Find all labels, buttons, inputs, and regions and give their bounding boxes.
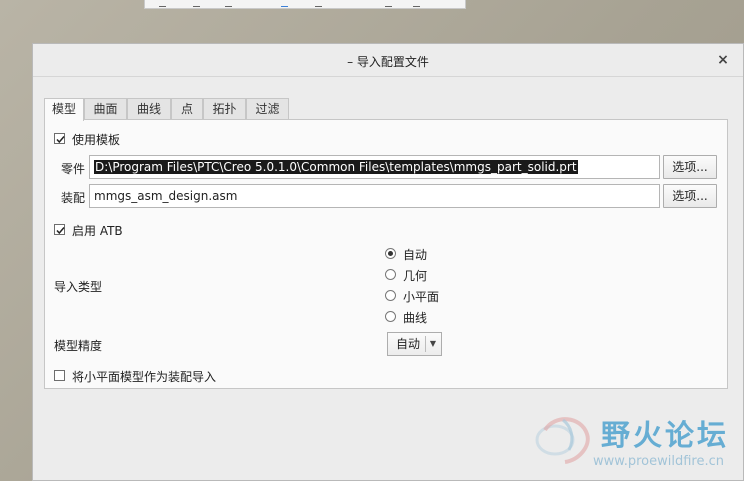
tab-filter[interactable]: 过滤 <box>246 98 289 120</box>
import-type-geometry-radio[interactable] <box>385 269 396 280</box>
part-options-button[interactable]: 选项... <box>663 155 717 179</box>
import-type-curve-label: 曲线 <box>403 311 428 325</box>
model-precision-value: 自动 <box>396 337 421 351</box>
part-label: 零件 <box>61 162 86 176</box>
tab-topology[interactable]: 拓扑 <box>203 98 246 120</box>
toolbar-icon <box>315 1 322 7</box>
watermark: 野火论坛 www.proewildfire.cn <box>533 410 744 481</box>
toolbar-icon <box>413 1 420 7</box>
chevron-down-icon: ▼ <box>429 339 437 348</box>
tab-point[interactable]: 点 <box>171 98 203 120</box>
forum-logo-icon <box>535 417 590 464</box>
toolbar-icon <box>281 1 288 7</box>
model-precision-label: 模型精度 <box>54 339 103 353</box>
assembly-options-button[interactable]: 选项... <box>663 184 717 208</box>
import-type-facet-radio[interactable] <box>385 290 396 301</box>
dialog-titlebar[interactable]: – 导入配置文件 × <box>33 44 743 77</box>
model-tab-panel: 使用模板 零件 D:\Program Files\PTC\Creo 5.0.1.… <box>44 119 728 389</box>
import-type-geometry-label: 几何 <box>403 269 428 283</box>
background-toolbar <box>144 0 466 9</box>
import-type-curve-radio[interactable] <box>385 311 396 322</box>
import-type-auto-radio[interactable] <box>385 248 396 259</box>
tab-curve[interactable]: 曲线 <box>127 98 171 120</box>
import-type-label: 导入类型 <box>54 280 103 294</box>
facet-as-assembly-label: 将小平面模型作为装配导入 <box>72 370 217 384</box>
part-template-value: D:\Program Files\PTC\Creo 5.0.1.0\Common… <box>94 160 578 174</box>
enable-atb-checkbox[interactable] <box>54 224 65 235</box>
tab-model[interactable]: 模型 <box>44 98 84 121</box>
toolbar-icon <box>193 1 200 7</box>
dialog-title: – 导入配置文件 <box>347 55 429 69</box>
part-template-field[interactable]: D:\Program Files\PTC\Creo 5.0.1.0\Common… <box>89 155 660 179</box>
checkmark-icon <box>56 227 65 235</box>
use-template-checkbox[interactable] <box>54 133 65 144</box>
watermark-url: www.proewildfire.cn <box>593 454 724 469</box>
toolbar-icon <box>159 1 166 7</box>
model-precision-select[interactable]: 自动 ▼ <box>387 332 442 356</box>
checkmark-icon <box>56 136 65 144</box>
toolbar-icon <box>225 1 232 7</box>
use-template-label: 使用模板 <box>72 133 121 147</box>
assembly-template-field[interactable]: mmgs_asm_design.asm <box>89 184 660 208</box>
select-divider <box>425 336 426 352</box>
facet-as-assembly-checkbox[interactable] <box>54 370 65 381</box>
assembly-label: 装配 <box>61 191 86 205</box>
tab-surface[interactable]: 曲面 <box>84 98 127 120</box>
import-type-facet-label: 小平面 <box>403 290 440 304</box>
import-type-auto-label: 自动 <box>403 248 428 262</box>
close-icon[interactable]: × <box>715 52 731 68</box>
watermark-title: 野火论坛 <box>601 418 730 452</box>
toolbar-icon <box>385 1 392 7</box>
enable-atb-label: 启用 ATB <box>72 224 123 238</box>
